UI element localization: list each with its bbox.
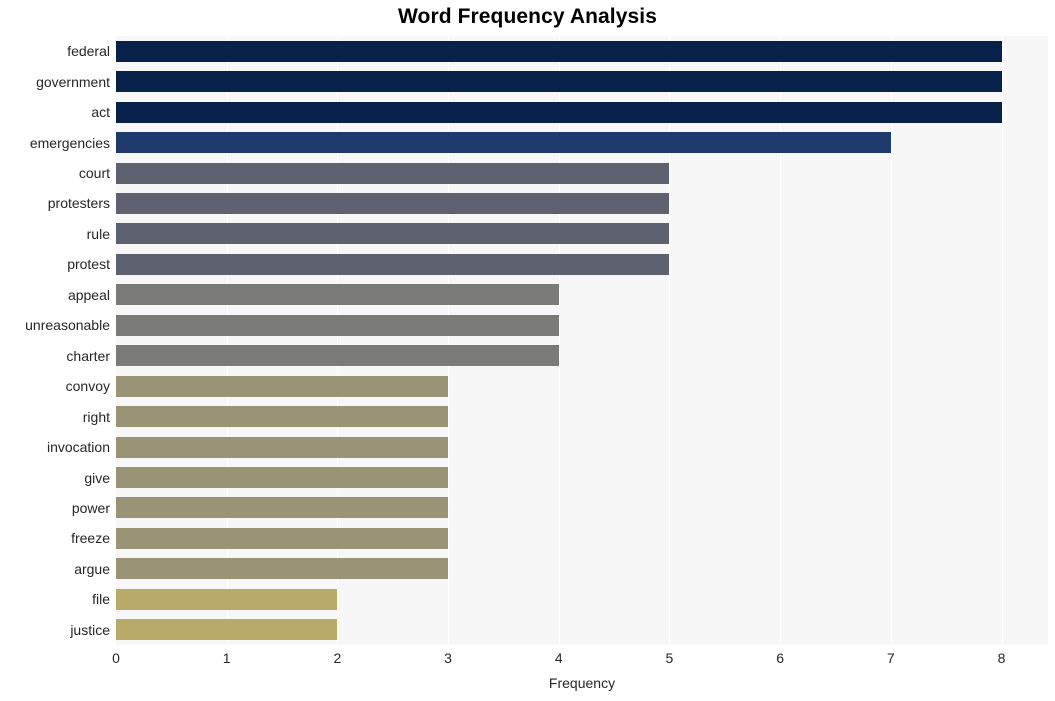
bar	[116, 406, 449, 428]
bar	[116, 71, 1002, 93]
x-axis-tick-label: 8	[997, 650, 1006, 666]
x-axis-tick-label: 3	[444, 650, 452, 666]
y-axis-tick-label: invocation	[46, 439, 110, 456]
y-axis-tick-label: charter	[66, 347, 110, 364]
x-axis-tick-label: 4	[554, 650, 563, 666]
bar	[116, 284, 559, 306]
y-axis-tick-label: court	[78, 165, 110, 182]
x-axis-title: Frequency	[548, 675, 616, 691]
x-axis-tick-label: 0	[112, 650, 120, 666]
x-axis-tick-label: 7	[886, 650, 895, 666]
y-axis-tick-label: appeal	[67, 286, 110, 303]
bar	[116, 314, 559, 336]
bar	[116, 192, 670, 214]
x-axis-tick-label: 2	[333, 650, 342, 666]
y-axis-tick-label: rule	[86, 225, 110, 242]
chart-title: Word Frequency Analysis	[397, 5, 658, 28]
bar	[116, 558, 449, 580]
y-axis-tick-label: give	[84, 469, 110, 486]
y-axis-tick-label: protesters	[47, 195, 110, 212]
bar	[116, 467, 449, 489]
y-axis-tick-label: unreasonable	[25, 317, 110, 334]
y-axis-tick-label: federal	[67, 43, 110, 60]
word-frequency-chart: Word Frequency Analysis federal governmen…	[0, 0, 1055, 701]
bar	[116, 588, 338, 610]
y-axis-tick-label: protest	[67, 256, 110, 273]
bar	[116, 436, 449, 458]
x-axis-tick-label: 1	[222, 650, 231, 666]
bar	[116, 223, 670, 245]
x-axis-tick-label: 5	[665, 650, 674, 666]
plot-area	[116, 36, 1048, 645]
bar	[116, 162, 670, 184]
bar	[116, 101, 1002, 123]
bar	[116, 619, 338, 641]
bar	[116, 497, 449, 519]
y-axis-tick-label: freeze	[71, 530, 110, 547]
y-axis-tick-label: justice	[70, 621, 110, 638]
y-axis-tick-label: act	[91, 104, 110, 121]
x-axis-tick-labels: 0 1 2 3 4 5 6 7 8	[0, 650, 1055, 672]
y-axis-tick-label: power	[71, 499, 110, 516]
bar	[116, 132, 891, 154]
y-axis-tick-label: government	[36, 73, 110, 90]
y-axis-tick-label: file	[92, 591, 110, 608]
bar	[116, 375, 449, 397]
bars-layer	[116, 36, 1048, 645]
bar	[116, 40, 1002, 62]
bar	[116, 253, 670, 275]
y-axis-tick-label: convoy	[65, 378, 110, 395]
bar	[116, 345, 559, 367]
x-axis-tick-label: 6	[776, 650, 785, 666]
y-axis-tick-label: argue	[74, 560, 110, 577]
bar	[116, 527, 449, 549]
y-axis-tick-label: right	[82, 408, 110, 425]
y-axis-labels: federal government act emergencies court prot…	[0, 36, 110, 645]
y-axis-tick-label: emergencies	[29, 134, 110, 151]
